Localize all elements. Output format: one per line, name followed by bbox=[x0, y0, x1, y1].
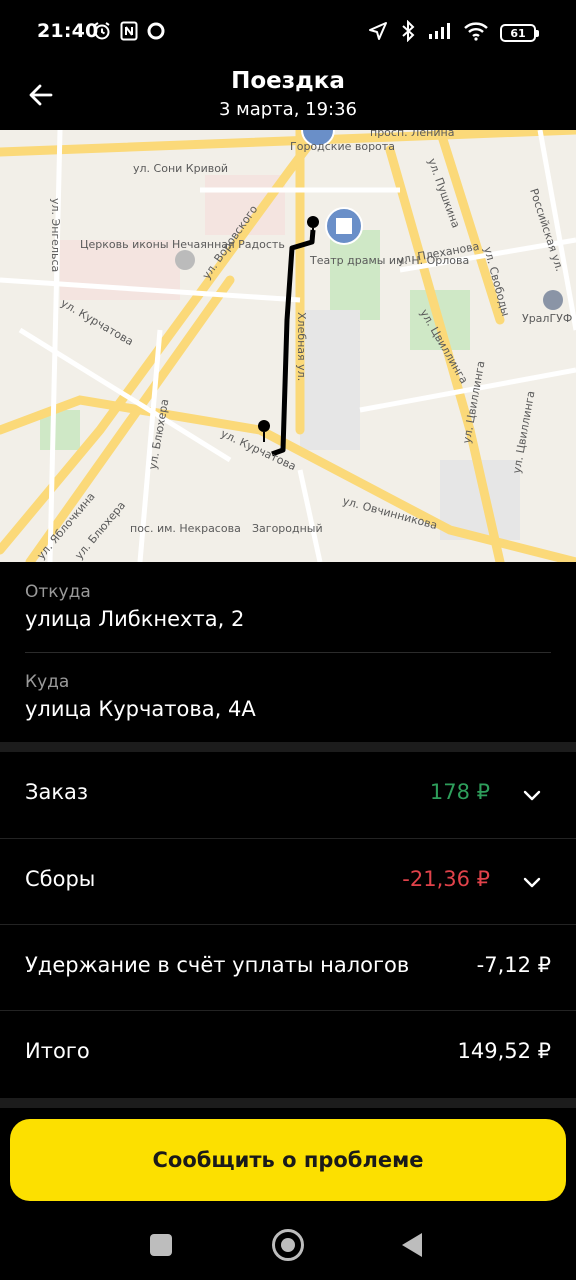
divider bbox=[25, 652, 551, 653]
order-label: Заказ bbox=[25, 780, 89, 804]
map-label: Хлебная ул. bbox=[295, 312, 308, 381]
back-icon[interactable] bbox=[402, 1233, 422, 1257]
map-label: Церковь иконы Нечаянная Радость bbox=[80, 238, 285, 251]
map-label: УралГУФ bbox=[522, 312, 572, 325]
to-value: улица Курчатова, 4А bbox=[25, 697, 256, 721]
battery-level: 61 bbox=[510, 26, 526, 40]
nfc-icon bbox=[120, 21, 138, 45]
map-label: Городские ворота bbox=[290, 140, 395, 153]
map-label: пос. им. Некрасова bbox=[130, 522, 241, 535]
map-label: просп. Ленина bbox=[370, 130, 454, 139]
battery-icon: 61 bbox=[500, 24, 539, 42]
page-subtitle: 3 марта, 19:36 bbox=[218, 99, 358, 120]
wifi-icon bbox=[464, 21, 488, 45]
map-label: ул. Энгельса bbox=[49, 198, 62, 272]
chevron-down-icon[interactable] bbox=[522, 785, 542, 805]
status-time: 21:40 bbox=[37, 20, 99, 42]
total-row: Итого 149,52 ₽ bbox=[0, 1011, 576, 1097]
total-label: Итого bbox=[25, 1039, 90, 1063]
system-nav-bar bbox=[0, 1210, 576, 1280]
map-label: ул. Сони Кривой bbox=[133, 162, 228, 175]
page-title: Поездка bbox=[231, 68, 345, 94]
signal-icon bbox=[428, 22, 452, 44]
payment-breakdown: Заказ 178 ₽ Сборы -21,36 ₽ Удержание в с… bbox=[0, 752, 576, 1098]
fees-value: -21,36 ₽ bbox=[402, 867, 490, 891]
bluetooth-icon bbox=[400, 19, 416, 46]
from-label: Откуда bbox=[25, 582, 91, 602]
location-icon bbox=[368, 21, 388, 45]
map-label: Загородный bbox=[252, 522, 323, 535]
tax-label: Удержание в счёт уплаты налогов bbox=[25, 953, 410, 977]
to-label: Куда bbox=[25, 672, 70, 692]
order-row[interactable]: Заказ 178 ₽ bbox=[0, 752, 576, 838]
trip-addresses: Откуда улица Либкнехта, 2 Куда улица Кур… bbox=[0, 562, 576, 742]
tax-value: -7,12 ₽ bbox=[476, 953, 551, 977]
report-problem-button[interactable]: Сообщить о проблеме bbox=[10, 1119, 566, 1201]
header: Поездка 3 марта, 19:36 bbox=[0, 64, 576, 130]
home-icon[interactable] bbox=[272, 1229, 304, 1261]
order-value: 178 ₽ bbox=[429, 780, 490, 804]
from-address: Откуда улица Либкнехта, 2 bbox=[25, 582, 551, 631]
route-map[interactable]: просп. Ленина Городские ворота ул. Сони … bbox=[0, 130, 576, 562]
separator bbox=[0, 742, 576, 752]
status-bar: 21:40 61 bbox=[0, 0, 576, 64]
fees-label: Сборы bbox=[25, 867, 96, 891]
from-value: улица Либкнехта, 2 bbox=[25, 607, 245, 631]
chevron-down-icon[interactable] bbox=[522, 872, 542, 892]
to-address: Куда улица Курчатова, 4А bbox=[25, 672, 551, 721]
total-value: 149,52 ₽ bbox=[457, 1039, 551, 1063]
fees-row[interactable]: Сборы -21,36 ₽ bbox=[0, 839, 576, 925]
recent-apps-icon[interactable] bbox=[150, 1234, 172, 1256]
separator bbox=[0, 1098, 576, 1108]
tax-row: Удержание в счёт уплаты налогов -7,12 ₽ bbox=[0, 925, 576, 1011]
circle-icon bbox=[146, 21, 166, 45]
alarm-icon bbox=[92, 21, 112, 45]
